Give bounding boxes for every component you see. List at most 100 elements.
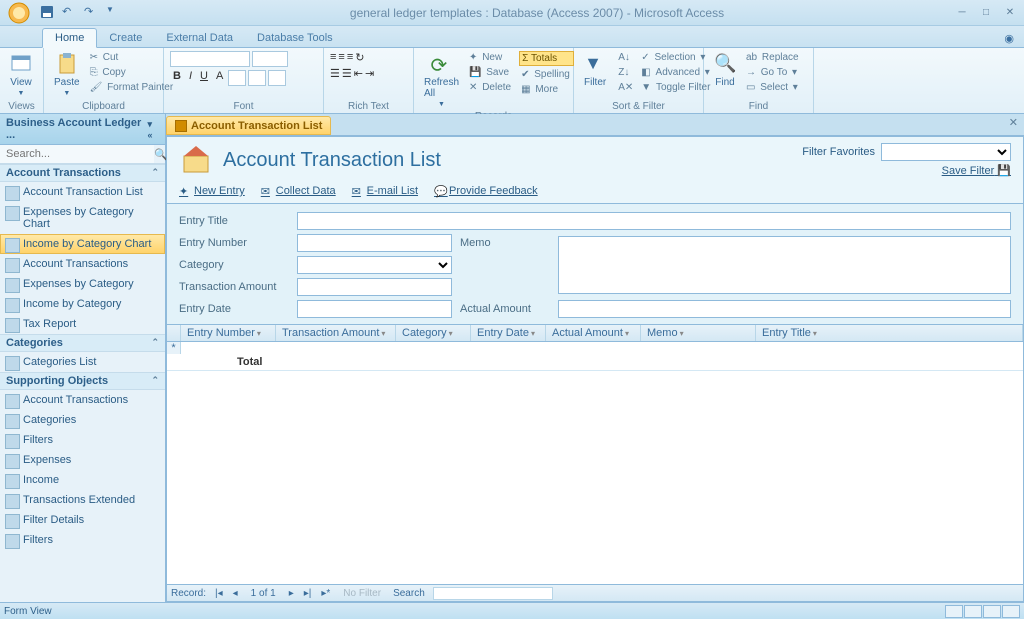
indent-icon[interactable]: ⇥: [365, 67, 374, 80]
nav-item-expenses-by-category-chart[interactable]: Expenses by Category Chart: [0, 202, 165, 234]
document-tab[interactable]: Account Transaction List: [166, 116, 331, 135]
nav-next-icon[interactable]: ▸: [286, 588, 297, 599]
sort-asc-icon[interactable]: A↓: [616, 51, 635, 64]
col-entry-title[interactable]: Entry Title▾: [756, 325, 1023, 341]
qat-redo-icon[interactable]: ↷: [84, 5, 100, 21]
tab-home[interactable]: Home: [42, 28, 97, 48]
qat-save-icon[interactable]: [40, 5, 56, 21]
nav-item-so-account-transactions[interactable]: Account Transactions: [0, 390, 165, 410]
nav-item-account-transaction-list[interactable]: Account Transaction List: [0, 182, 165, 202]
clear-sort-icon[interactable]: A✕: [616, 81, 635, 94]
minimize-button[interactable]: ─: [952, 6, 972, 20]
entry-number-field[interactable]: [297, 234, 452, 252]
nav-last-icon[interactable]: ▸|: [301, 588, 315, 599]
memo-field[interactable]: [558, 236, 1011, 294]
transaction-amount-field[interactable]: [297, 278, 452, 296]
nav-first-icon[interactable]: |◂: [212, 588, 226, 599]
nav-item-account-transactions[interactable]: Account Transactions: [0, 254, 165, 274]
new-entry-link[interactable]: ✦New Entry: [179, 185, 245, 197]
align-right-icon[interactable]: ≡: [347, 51, 353, 64]
view-layout-icon[interactable]: [983, 605, 1001, 618]
spelling-button[interactable]: ✔ Spelling: [519, 68, 574, 81]
email-list-link[interactable]: ✉E-mail List: [352, 185, 418, 197]
nav-category-categories[interactable]: Categories⌃: [0, 334, 165, 352]
tab-database-tools[interactable]: Database Tools: [245, 29, 345, 47]
underline-button[interactable]: U: [197, 70, 211, 86]
fill-color-icon[interactable]: [228, 70, 246, 86]
nav-category-supporting-objects[interactable]: Supporting Objects⌃: [0, 372, 165, 390]
goto-button[interactable]: → Go To ▾: [744, 66, 803, 79]
nav-item-income-by-category-chart[interactable]: Income by Category Chart: [0, 234, 165, 254]
bold-button[interactable]: B: [170, 70, 184, 86]
nav-new-icon[interactable]: ▸*: [318, 588, 333, 599]
maximize-button[interactable]: □: [976, 6, 996, 20]
save-record-button[interactable]: 💾 Save: [467, 66, 515, 79]
qat-dropdown-icon[interactable]: ▼: [106, 5, 122, 21]
nav-item-tax-report[interactable]: Tax Report: [0, 314, 165, 334]
view-datasheet-icon[interactable]: [964, 605, 982, 618]
chevron-down-icon[interactable]: ▾ «: [147, 119, 159, 140]
totals-button[interactable]: Σ Totals: [519, 51, 574, 66]
numbered-list-icon[interactable]: ☰: [342, 67, 352, 80]
col-actual-amount[interactable]: Actual Amount▾: [546, 325, 641, 341]
font-family-box[interactable]: [170, 51, 288, 67]
list-icon[interactable]: ☰: [330, 67, 340, 80]
qat-undo-icon[interactable]: ↶: [62, 5, 78, 21]
italic-button[interactable]: I: [186, 70, 195, 86]
view-design-icon[interactable]: [1002, 605, 1020, 618]
actual-amount-field[interactable]: [558, 300, 1011, 318]
nav-title[interactable]: Business Account Ledger ...▾ «: [0, 114, 165, 145]
col-entry-date[interactable]: Entry Date▾: [471, 325, 546, 341]
refresh-all-button[interactable]: ⟳Refresh All▼: [420, 51, 463, 110]
filter-button[interactable]: ▼Filter: [580, 51, 610, 90]
help-icon[interactable]: ◉: [998, 30, 1020, 47]
view-button[interactable]: View▼: [6, 51, 36, 99]
record-search-input[interactable]: [433, 587, 553, 600]
paste-button[interactable]: Paste▼: [50, 51, 84, 99]
align-center-icon[interactable]: ≡: [338, 51, 344, 64]
gridlines-icon[interactable]: [248, 70, 266, 86]
nav-item-so-expenses[interactable]: Expenses: [0, 450, 165, 470]
font-color-icon[interactable]: A: [213, 70, 226, 86]
entry-title-field[interactable]: [297, 212, 1011, 230]
nav-category-account-transactions[interactable]: Account Transactions⌃: [0, 164, 165, 182]
align-left-icon[interactable]: ≡: [330, 51, 336, 64]
col-memo[interactable]: Memo▾: [641, 325, 756, 341]
nav-item-so-categories[interactable]: Categories: [0, 410, 165, 430]
nav-item-so-income[interactable]: Income: [0, 470, 165, 490]
nav-item-categories-list[interactable]: Categories List: [0, 352, 165, 372]
outdent-icon[interactable]: ⇤: [354, 67, 363, 80]
entry-date-field[interactable]: [297, 300, 452, 318]
col-transaction-amount[interactable]: Transaction Amount▾: [276, 325, 396, 341]
nav-item-income-by-category[interactable]: Income by Category: [0, 294, 165, 314]
collect-data-link[interactable]: ✉Collect Data: [261, 185, 336, 197]
nav-item-so-filters[interactable]: Filters: [0, 430, 165, 450]
office-button[interactable]: [2, 1, 36, 25]
tab-create[interactable]: Create: [97, 29, 154, 47]
tab-external-data[interactable]: External Data: [154, 29, 245, 47]
category-select[interactable]: [297, 256, 452, 274]
grid-body[interactable]: * Total: [167, 342, 1023, 584]
nav-item-expenses-by-category[interactable]: Expenses by Category: [0, 274, 165, 294]
feedback-link[interactable]: 💬Provide Feedback: [434, 185, 538, 197]
close-button[interactable]: ✕: [1000, 6, 1020, 20]
document-close-button[interactable]: ✕: [1003, 114, 1024, 135]
new-record-button[interactable]: ✦ New: [467, 51, 515, 64]
find-button[interactable]: 🔍Find: [710, 51, 740, 90]
col-category[interactable]: Category▾: [396, 325, 471, 341]
new-row-icon[interactable]: *: [167, 342, 181, 354]
col-entry-number[interactable]: Entry Number▾: [181, 325, 276, 341]
nav-item-so-filter-details[interactable]: Filter Details: [0, 510, 165, 530]
filter-favorites-select[interactable]: [881, 143, 1011, 161]
sort-desc-icon[interactable]: Z↓: [616, 66, 635, 79]
nav-item-so-filters-2[interactable]: Filters: [0, 530, 165, 550]
view-form-icon[interactable]: [945, 605, 963, 618]
nav-search-input[interactable]: [0, 145, 154, 163]
nav-prev-icon[interactable]: ◂: [230, 588, 241, 599]
more-button[interactable]: ▦ More: [519, 83, 574, 96]
alt-row-icon[interactable]: [268, 70, 286, 86]
refresh-icon[interactable]: ↻: [355, 51, 364, 64]
save-filter-link[interactable]: Save Filter 💾: [942, 164, 1011, 177]
select-button[interactable]: ▭ Select ▾: [744, 81, 803, 94]
nav-item-so-transactions-extended[interactable]: Transactions Extended: [0, 490, 165, 510]
